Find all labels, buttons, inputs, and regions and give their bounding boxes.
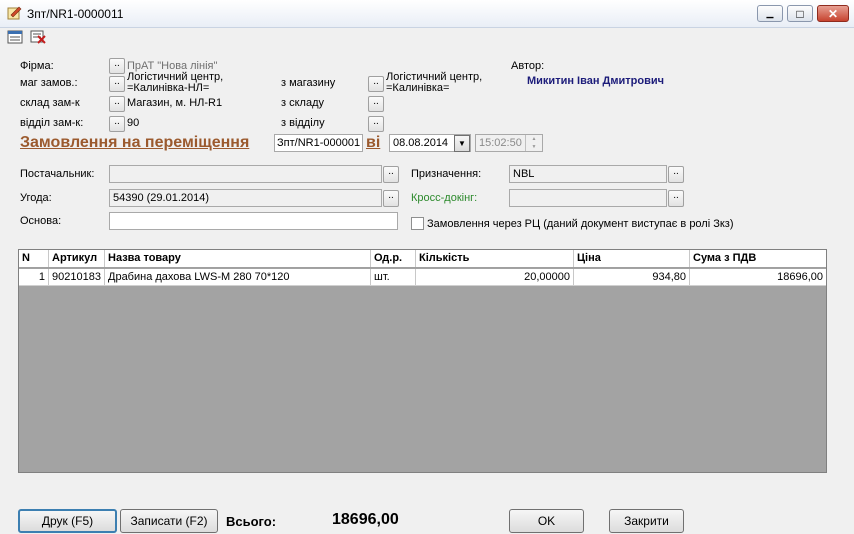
z-mag-label: з магазину: [281, 77, 336, 89]
cross-docking-select-button[interactable]: ..: [668, 190, 684, 207]
cell-nazva: Драбина дахова LWS-M 280 70*120: [105, 269, 371, 285]
viddil-select-button[interactable]: ..: [109, 116, 125, 132]
rc-checkbox[interactable]: [411, 217, 424, 230]
pryznachennia-label: Призначення:: [411, 168, 482, 180]
uhoda-select-button[interactable]: ..: [383, 190, 399, 207]
col-od[interactable]: Од.р.: [371, 250, 416, 267]
cell-tsina: 934,80: [574, 269, 690, 285]
table-row[interactable]: 1 90210183 Драбина дахова LWS-M 280 70*1…: [19, 269, 826, 286]
z-viddil-label: з відділу: [281, 117, 325, 129]
mag-zamov-label: маг замов.:: [20, 77, 78, 89]
close-button[interactable]: ✕: [817, 5, 849, 22]
total-label: Всього:: [226, 514, 277, 529]
col-artykul[interactable]: Артикул: [49, 250, 105, 267]
title-bar: Зпт/NR1-0000011 ▁ □ ✕: [0, 0, 854, 28]
col-nazva[interactable]: Назва товару: [105, 250, 371, 267]
col-n[interactable]: N: [19, 250, 49, 267]
osnova-field[interactable]: [109, 212, 398, 230]
cell-suma: 18696,00: [777, 271, 823, 283]
cross-docking-label: Кросс-докінг:: [411, 192, 478, 204]
mag-zamov-value: Логістичний центр, =Калинівка-НЛ=: [127, 72, 223, 94]
close-form-button[interactable]: Закрити: [609, 509, 684, 533]
sklad-value: Магазин, м. НЛ-R1: [127, 97, 223, 109]
z-mag-value-line2: =Калинівка=: [386, 82, 450, 94]
mag-zamov-value-line2: =Калинівка-НЛ=: [127, 82, 210, 94]
mag-zamov-select-button[interactable]: ..: [109, 76, 125, 92]
z-mag-select-button[interactable]: ..: [368, 76, 384, 92]
save-button[interactable]: Записати (F2): [120, 509, 218, 533]
author-name: Микитин Іван Дмитрович: [527, 75, 665, 87]
time-spinner[interactable]: ▲ ▼: [525, 135, 542, 151]
cell-kilkist: 20,00000: [416, 269, 574, 285]
cross-docking-field[interactable]: [509, 189, 667, 207]
minimize-button[interactable]: ▁: [757, 5, 783, 22]
window-title: Зпт/NR1-0000011: [27, 7, 124, 21]
date-dropdown-button[interactable]: ▼: [454, 135, 470, 152]
spin-down-icon: ▼: [531, 144, 537, 150]
ok-button[interactable]: OK: [509, 509, 584, 533]
viddil-label: відділ зам-к:: [20, 117, 84, 129]
pryznachennia-select-button[interactable]: ..: [668, 166, 684, 183]
maximize-button[interactable]: □: [787, 5, 813, 22]
chevron-down-icon: ▼: [458, 139, 466, 148]
cell-artykul: 90210183: [49, 269, 105, 285]
app-icon: [7, 6, 22, 20]
table-header: N Артикул Назва товару Од.р. Кількість Ц…: [19, 250, 826, 268]
firma-select-button[interactable]: ..: [109, 58, 125, 74]
firma-label: Фірма:: [20, 60, 54, 72]
postachalnyk-field[interactable]: [109, 165, 382, 183]
col-suma[interactable]: Сума з ПДВ: [690, 250, 826, 267]
viddil-value: 90: [127, 117, 140, 129]
spin-up-icon: ▲: [531, 136, 537, 142]
col-tsina[interactable]: Ціна: [574, 250, 690, 267]
z-sklad-select-button[interactable]: ..: [368, 96, 384, 112]
time-value: 15:02:50: [479, 137, 522, 149]
postachalnyk-select-button[interactable]: ..: [383, 166, 399, 183]
author-label: Автор:: [511, 60, 545, 72]
pryznachennia-field[interactable]: NBL: [509, 165, 667, 183]
col-kilkist[interactable]: Кількість: [416, 250, 574, 267]
vid-label: ві: [366, 134, 381, 151]
items-table[interactable]: N Артикул Назва товару Од.р. Кількість Ц…: [18, 249, 827, 473]
z-viddil-select-button[interactable]: ..: [368, 116, 384, 132]
list-icon[interactable]: [7, 30, 23, 44]
maximize-icon: □: [796, 6, 804, 21]
page-title: Замовлення на переміщення: [20, 134, 250, 151]
uhoda-field[interactable]: 54390 (29.01.2014): [109, 189, 382, 207]
z-sklad-label: з складу: [281, 97, 324, 109]
date-value: 08.08.2014: [393, 137, 449, 149]
cell-n: 1: [19, 269, 49, 285]
minimize-icon: ▁: [766, 8, 774, 18]
sklad-select-button[interactable]: ..: [109, 96, 125, 112]
cell-od: шт.: [371, 269, 416, 285]
print-button[interactable]: Друк (F5): [18, 509, 117, 533]
total-value: 18696,00: [332, 511, 399, 528]
uhoda-label: Угода:: [20, 192, 52, 204]
close-icon: ✕: [827, 6, 839, 21]
doc-number-field[interactable]: Зпт/NR1-000001: [274, 134, 363, 152]
delete-icon[interactable]: [30, 30, 46, 44]
z-mag-value: Логістичний центр, =Калинівка=: [386, 72, 482, 94]
postachalnyk-label: Постачальник:: [20, 168, 95, 180]
sklad-label: склад зам-к: [20, 97, 80, 109]
osnova-label: Основа:: [20, 215, 62, 227]
rc-checkbox-label: Замовлення через РЦ (даний документ вист…: [427, 218, 734, 230]
